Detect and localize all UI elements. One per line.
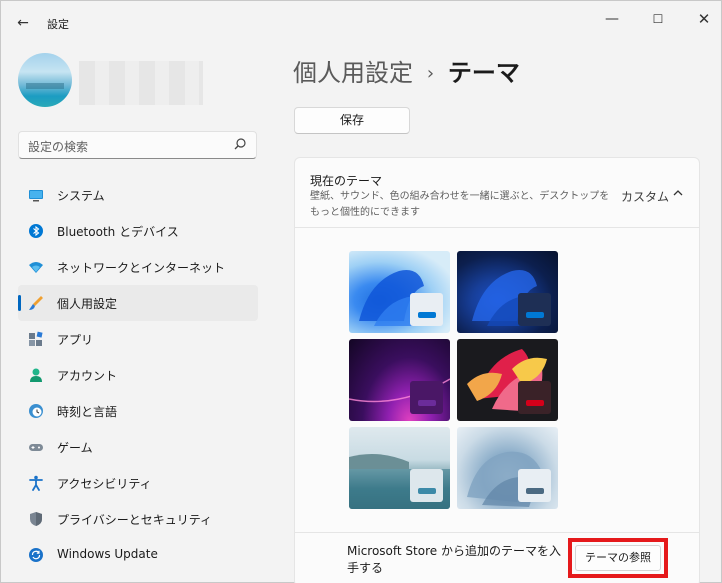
title-bar: ← 設定 — ☐ ✕ [1, 1, 721, 45]
theme-tile-dark-bloom[interactable] [457, 251, 558, 333]
breadcrumb-parent[interactable]: 個人用設定 [293, 59, 413, 87]
theme-tile-glow[interactable] [349, 339, 450, 421]
current-theme-panel: 現在のテーマ 壁紙、サウンド、色の組み合わせを一緒に選ぶと、デスクトップをもっと… [294, 157, 700, 583]
minimize-button[interactable]: — [597, 7, 627, 31]
sidebar-item-label: アクセシビリティ [57, 477, 152, 491]
search-input[interactable]: 設定の検索 [18, 131, 257, 159]
sidebar-item-personalization[interactable]: 個人用設定 [18, 285, 258, 321]
sidebar-item-gaming[interactable]: ゲーム [18, 429, 258, 465]
apps-icon [29, 331, 43, 346]
page-title: テーマ [447, 59, 520, 87]
search-icon [234, 138, 246, 150]
close-button[interactable]: ✕ [689, 7, 719, 31]
sidebar-item-accounts[interactable]: アカウント [18, 357, 258, 393]
browse-themes-button[interactable]: テーマの参照 [575, 545, 661, 571]
back-button[interactable]: ← [11, 11, 35, 35]
theme-tile-light-bloom[interactable] [349, 251, 450, 333]
theme-preview-badge [410, 469, 443, 502]
current-theme-value: カスタム [621, 190, 670, 204]
sidebar-item-label: アプリ [57, 333, 94, 347]
sidebar-item-label: ネットワークとインターネット [57, 261, 226, 275]
account-icon [30, 368, 42, 382]
sidebar-nav: システム Bluetooth とデバイス ネットワークとインターネット 個人用設… [18, 177, 258, 573]
shield-icon [30, 512, 42, 526]
breadcrumb: 個人用設定 › テーマ [293, 53, 520, 87]
wifi-icon [29, 262, 43, 273]
current-theme-header[interactable]: 現在のテーマ 壁紙、サウンド、色の組み合わせを一緒に選ぶと、デスクトップをもっと… [295, 158, 699, 228]
system-icon [29, 190, 43, 202]
brush-icon [29, 296, 43, 310]
avatar[interactable] [18, 53, 72, 107]
sidebar-item-label: Bluetooth とデバイス [57, 225, 179, 239]
sidebar-item-label: プライバシーとセキュリティ [57, 513, 213, 527]
accessibility-icon [29, 475, 43, 491]
sidebar-item-system[interactable]: システム [18, 177, 258, 213]
theme-tile-sunrise[interactable] [349, 427, 450, 509]
theme-tile-captured-motion[interactable] [457, 339, 558, 421]
gamepad-icon [29, 444, 43, 451]
chevron-up-icon[interactable] [671, 186, 685, 200]
store-row: Microsoft Store から追加のテーマを入手する テーマの参照 [295, 532, 699, 583]
theme-preview-badge [518, 381, 551, 414]
theme-preview-badge [410, 381, 443, 414]
sidebar-item-network[interactable]: ネットワークとインターネット [18, 249, 258, 285]
sidebar-item-privacy[interactable]: プライバシーとセキュリティ [18, 501, 258, 537]
current-theme-title: 現在のテーマ [310, 174, 383, 188]
sidebar-item-accessibility[interactable]: アクセシビリティ [18, 465, 258, 501]
app-title: 設定 [47, 18, 69, 31]
search-placeholder: 設定の検索 [28, 140, 89, 154]
sidebar-item-label: アカウント [57, 369, 118, 383]
sidebar-item-label: ゲーム [57, 441, 93, 455]
theme-preview-badge [518, 469, 551, 502]
bluetooth-icon [29, 224, 43, 238]
sidebar-item-label: 個人用設定 [57, 297, 118, 311]
sidebar-item-bluetooth[interactable]: Bluetooth とデバイス [18, 213, 258, 249]
sidebar-item-time-language[interactable]: 時刻と言語 [18, 393, 258, 429]
time-language-icon [29, 404, 43, 418]
theme-tile-flow[interactable] [457, 427, 558, 509]
sidebar-item-windows-update[interactable]: Windows Update [18, 537, 258, 573]
sidebar-item-label: 時刻と言語 [57, 405, 118, 419]
sidebar-item-label: システム [57, 189, 105, 203]
sidebar-item-apps[interactable]: アプリ [18, 321, 258, 357]
sidebar-item-label: Windows Update [57, 547, 158, 561]
chevron-right-icon: › [426, 63, 435, 84]
profile-name-blurred [79, 61, 203, 105]
theme-preview-badge [410, 293, 443, 326]
current-theme-description: 壁紙、サウンド、色の組み合わせを一緒に選ぶと、デスクトップをもっと個性的にできま… [310, 191, 610, 218]
arrow-left-icon: ← [17, 15, 29, 31]
maximize-button[interactable]: ☐ [643, 7, 673, 31]
settings-window: ← 設定 — ☐ ✕ 設定の検索 システム Bluetooth とデバイス ネッ… [0, 0, 722, 583]
update-icon [29, 548, 43, 562]
theme-preview-badge [518, 293, 551, 326]
save-button[interactable]: 保存 [294, 107, 410, 134]
store-text: Microsoft Store から追加のテーマを入手する [347, 544, 561, 575]
